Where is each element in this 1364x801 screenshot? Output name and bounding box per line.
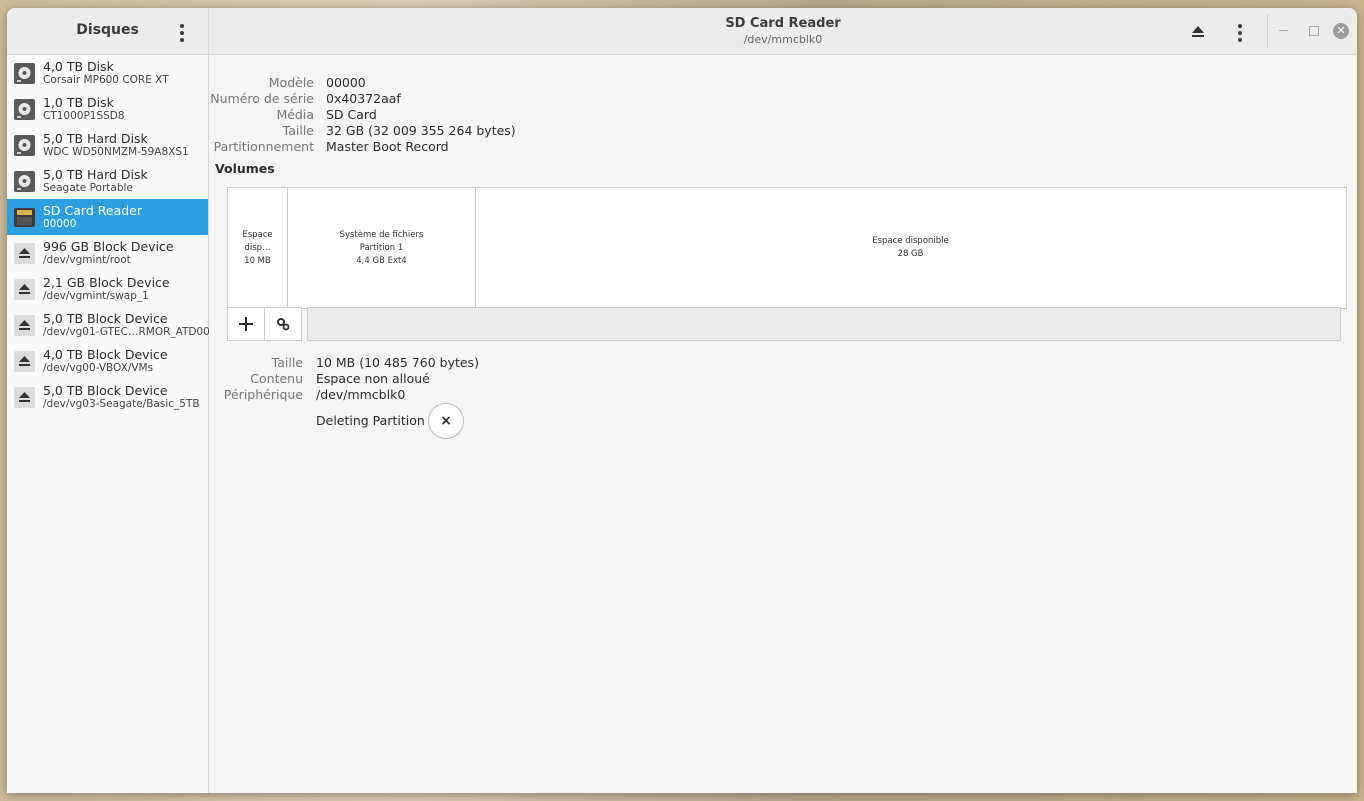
disk-subtitle: /dev/vgmint/swap_1 xyxy=(43,290,149,302)
disk-item[interactable]: 5,0 TB Hard Disk WDC WD50NMZM-59A8XS1 xyxy=(7,127,208,163)
volume-segment[interactable]: Système de fichiers Partition 1 4,4 GB Ext… xyxy=(288,188,476,308)
window-subtitle: /dev/mmcblk0 xyxy=(743,33,823,46)
disk-subtitle: CT1000P1SSD8 xyxy=(43,110,125,122)
disk-item[interactable]: 1,0 TB Disk CT1000P1SSD8 xyxy=(7,91,208,127)
minimize-icon[interactable] xyxy=(1279,30,1288,31)
disk-item[interactable]: 4,0 TB Block Device/dev/vg00-VBOX/VMs xyxy=(7,343,208,379)
info-value: 0x40372aaf xyxy=(326,91,401,106)
hard-disk-icon xyxy=(13,98,36,121)
eject-icon xyxy=(13,386,36,409)
disk-subtitle: Corsair MP600 CORE XT xyxy=(43,74,169,86)
disk-name: 5,0 TB Hard Disk xyxy=(43,167,148,182)
partition-settings-button[interactable] xyxy=(264,307,302,341)
volume-segment-label: 4,4 GB Ext4 xyxy=(356,255,407,266)
main-header: SD Card Reader /dev/mmcblk0 ✕ xyxy=(209,8,1357,55)
eject-icon xyxy=(13,242,36,265)
volume-segment-label: 28 GB xyxy=(897,249,924,259)
info-key: Média xyxy=(276,107,314,122)
eject-icon[interactable] xyxy=(1187,20,1209,42)
sidebar-menu-icon[interactable] xyxy=(180,24,184,42)
disk-name: 4,0 TB Disk xyxy=(43,59,114,74)
toolbar-filler xyxy=(307,307,1341,341)
info-value: Master Boot Record xyxy=(326,139,449,154)
sidebar-title: Disques xyxy=(76,22,139,38)
eject-icon xyxy=(13,314,36,337)
info-key: Périphérique xyxy=(223,387,303,402)
disk-item[interactable]: 996 GB Block Device/dev/vgmint/root xyxy=(7,235,208,271)
disk-subtitle: 00000 xyxy=(43,218,77,230)
job-label: Deleting Partition xyxy=(316,413,425,428)
gears-icon xyxy=(277,318,290,331)
disk-name: 1,0 TB Disk xyxy=(43,95,114,110)
volumes-title: Volumes xyxy=(215,161,275,176)
disk-item[interactable]: 5,0 TB Hard Disk Seagate Portable xyxy=(7,163,208,199)
disk-subtitle: Seagate Portable xyxy=(43,182,133,194)
volume-toolbar xyxy=(227,307,1341,341)
plus-icon xyxy=(239,317,253,331)
volume-segment-label: Espace disp… xyxy=(242,229,273,253)
disk-name: SD Card Reader xyxy=(43,203,142,218)
drive-details: Modèle 00000 Numéro de série 0x40372aaf Médi… xyxy=(209,55,1357,793)
disks-window: Disques 4,0 TB Disk Corsair MP600 CORE XT… xyxy=(7,8,1357,793)
info-key: Contenu xyxy=(250,371,303,386)
volume-segment-label: Partition 1 xyxy=(359,242,404,253)
volume-grid[interactable]: Espace disp… 10 MB Système de fichiers Part… xyxy=(227,187,1347,309)
disk-item[interactable]: 2,1 GB Block Device/dev/vgmint/swap_1 xyxy=(7,271,208,307)
info-value: 32 GB (32 009 355 264 bytes) xyxy=(326,123,516,138)
disk-name: 5,0 TB Block Device xyxy=(43,383,168,398)
disk-item[interactable]: 5,0 TB Block Device/dev/vg01-GTEC…RMOR_A… xyxy=(7,307,210,343)
disk-item[interactable]: 4,0 TB Disk Corsair MP600 CORE XT xyxy=(7,55,208,91)
info-key: Partitionnement xyxy=(213,139,314,154)
disk-subtitle: /dev/vgmint/root xyxy=(43,254,131,266)
hard-disk-icon xyxy=(13,170,36,193)
volume-segment-label: Espace disponible xyxy=(872,236,949,246)
disk-name: 996 GB Block Device xyxy=(43,239,174,254)
disk-item[interactable]: 5,0 TB Block Device/dev/vg03-Seagate/Bas… xyxy=(7,379,208,415)
info-value: 10 MB (10 485 760 bytes) xyxy=(316,355,479,370)
add-partition-button[interactable] xyxy=(227,307,265,341)
info-key: Taille xyxy=(282,123,314,138)
disk-name: 5,0 TB Block Device xyxy=(43,311,168,326)
volume-segment-label: 10 MB xyxy=(244,255,271,266)
eject-icon xyxy=(13,278,36,301)
hard-disk-icon xyxy=(13,134,36,157)
header-separator xyxy=(1267,14,1268,48)
disk-subtitle: WDC WD50NMZM-59A8XS1 xyxy=(43,146,189,158)
maximize-icon[interactable] xyxy=(1309,26,1319,36)
hard-disk-icon xyxy=(13,62,36,85)
info-value: /dev/mmcblk0 xyxy=(316,387,406,402)
sd-card-icon xyxy=(13,206,36,229)
volume-segment-label: Système de fichiers xyxy=(339,229,424,240)
eject-icon xyxy=(13,350,36,373)
disk-subtitle: /dev/vg01-GTEC…RMOR_ATD00 xyxy=(43,326,210,338)
sidebar: Disques 4,0 TB Disk Corsair MP600 CORE XT… xyxy=(7,8,210,793)
sidebar-header: Disques xyxy=(7,8,208,55)
disk-list: 4,0 TB Disk Corsair MP600 CORE XT 1,0 TB D… xyxy=(7,55,210,415)
disk-item[interactable]: SD Card Reader 00000 xyxy=(7,199,208,235)
info-key: Taille xyxy=(271,355,303,370)
disk-subtitle: /dev/vg03-Seagate/Basic_5TB xyxy=(43,398,200,410)
info-value: 00000 xyxy=(326,75,366,90)
info-key: Modèle xyxy=(268,75,314,90)
disk-subtitle: /dev/vg00-VBOX/VMs xyxy=(43,362,154,374)
info-value: SD Card xyxy=(326,107,377,122)
info-key: Numéro de série xyxy=(210,91,314,106)
window-title: SD Card Reader xyxy=(725,16,841,31)
close-icon[interactable]: ✕ xyxy=(1333,23,1349,39)
info-value: Espace non alloué xyxy=(316,371,430,386)
disk-name: 4,0 TB Block Device xyxy=(43,347,168,362)
disk-name: 5,0 TB Hard Disk xyxy=(43,131,148,146)
cancel-job-button[interactable]: × xyxy=(428,403,464,439)
disk-name: 2,1 GB Block Device xyxy=(43,275,170,290)
volume-segment[interactable]: Espace disp… 10 MB xyxy=(228,188,288,308)
volume-segment[interactable]: Espace disponible 28 GB xyxy=(476,188,1345,308)
drive-menu-icon[interactable] xyxy=(1238,24,1242,42)
